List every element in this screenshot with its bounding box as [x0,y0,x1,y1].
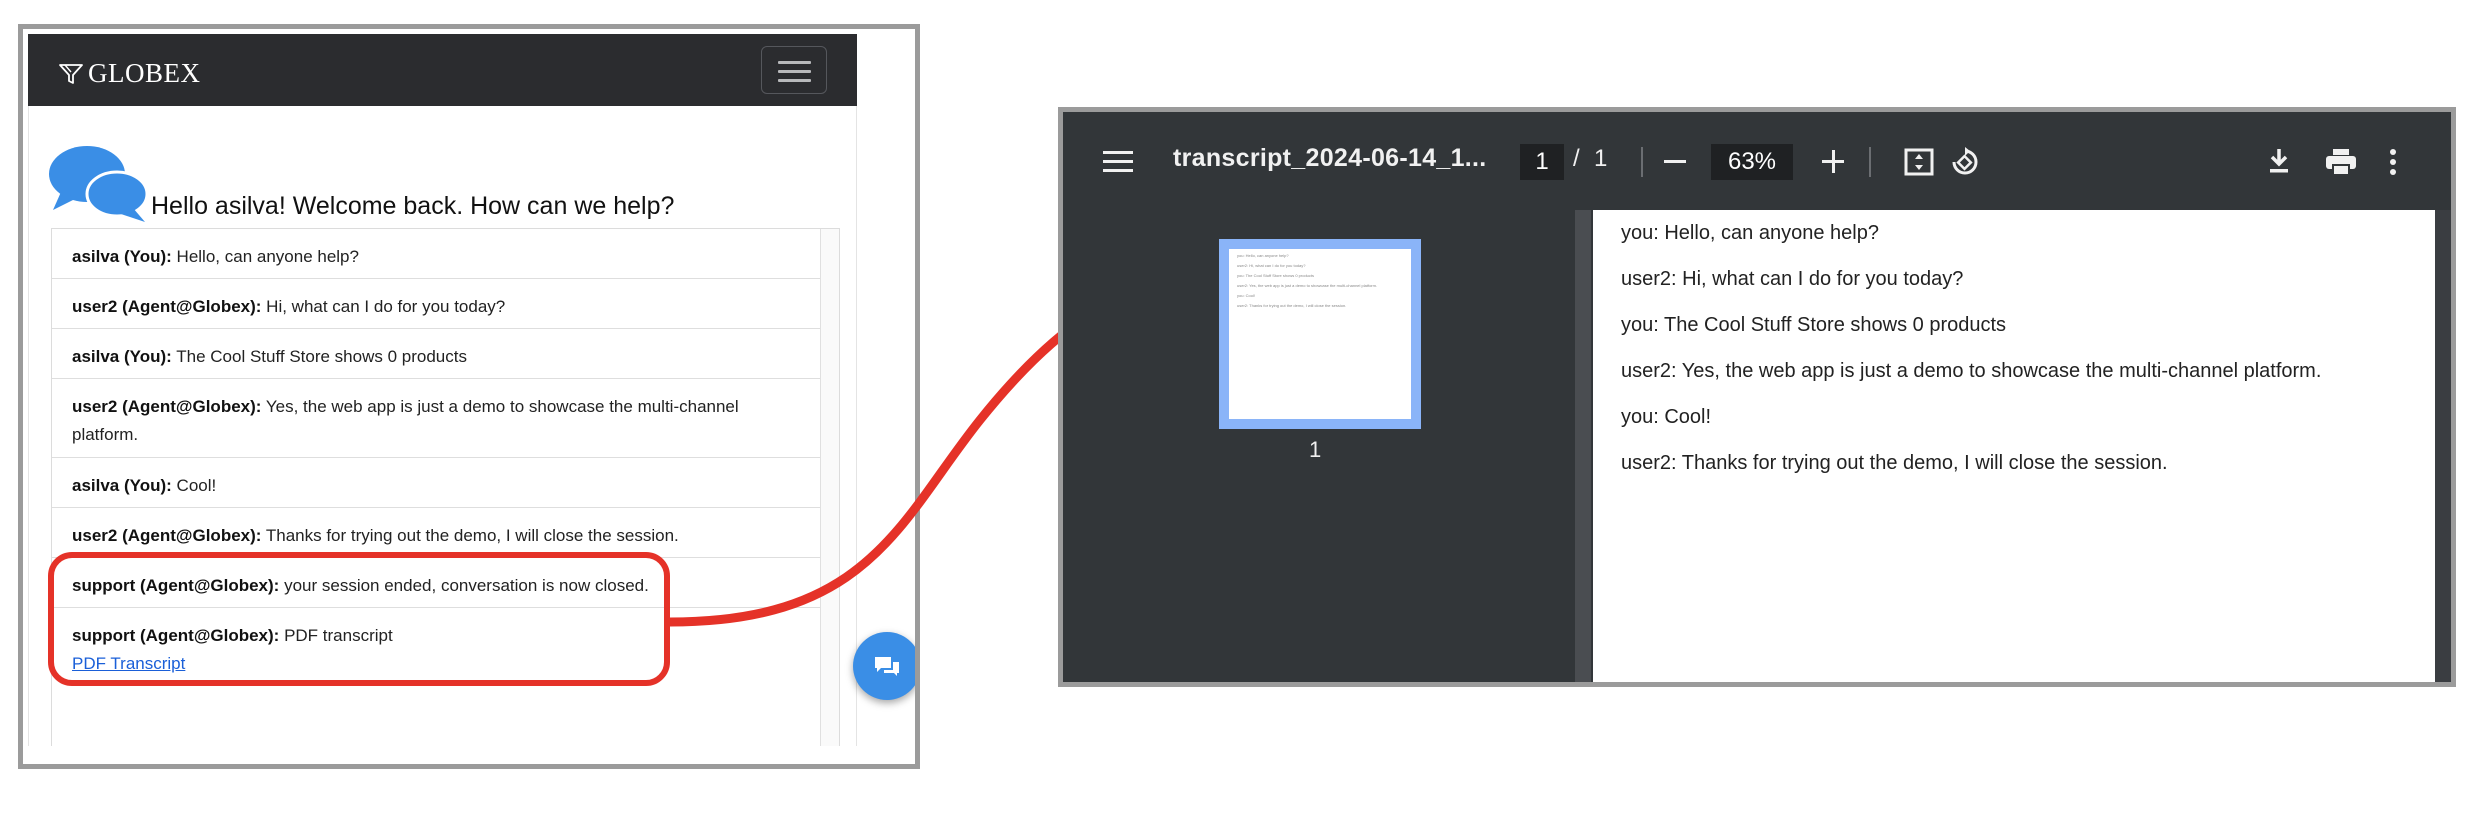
print-icon[interactable] [2325,148,2357,176]
zoom-out-icon[interactable] [1664,160,1686,163]
download-icon[interactable] [2267,147,2291,175]
transcript-line: user2: Yes, the web app is just a demo t… [1621,360,2322,382]
transcript-line: user2: Hi, what can I do for you today? [1621,268,1964,290]
pdf-viewer-window: transcript_2024-06-14_1... 1 / 1 63% you… [1058,107,2456,687]
fit-page-icon[interactable] [1904,148,1934,176]
page-separator: / [1573,145,1580,172]
document-title: transcript_2024-06-14_1... [1173,144,1487,172]
thumbnail-line: user2: Thanks for trying out the demo, I… [1237,303,1347,308]
thumbnail-line: user2: Yes, the web app is just a demo t… [1237,283,1378,288]
page-total: 1 [1594,145,1608,172]
thumbnail-page: you: Hello, can anyone help? user2: Hi, … [1229,249,1411,419]
transcript-line: you: The Cool Stuff Store shows 0 produc… [1621,314,2007,336]
pdf-page: you: Hello, can anyone help? user2: Hi, … [1593,210,2435,682]
thumbnail-line: you: Cool! [1237,293,1256,298]
toolbar-divider [1869,147,1871,177]
menu-icon[interactable] [1103,151,1133,173]
transcript-line: you: Hello, can anyone help? [1621,222,1879,244]
transcript-line: user2: Thanks for trying out the demo, I… [1621,452,2168,474]
thumbnail-line: you: Hello, can anyone help? [1237,253,1289,258]
sidebar-divider[interactable] [1575,210,1591,682]
thumbnail-line: user2: Hi, what can I do for you today? [1237,263,1306,268]
thumbnail-page-number: 1 [1309,437,1322,462]
toolbar-divider [1641,147,1643,177]
pdf-scrollbar[interactable] [2435,210,2451,682]
more-vert-icon[interactable] [2389,148,2397,176]
thumbnail-line: you: The Cool Stuff Store shows 0 produc… [1237,273,1315,278]
rotate-icon[interactable] [1949,146,1981,178]
zoom-input[interactable]: 63% [1711,144,1793,180]
page-number-input[interactable]: 1 [1520,144,1564,180]
page-thumbnail[interactable]: you: Hello, can anyone help? user2: Hi, … [1219,239,1421,429]
transcript-line: you: Cool! [1621,406,1712,428]
pdf-toolbar: transcript_2024-06-14_1... 1 / 1 63% [1063,112,2451,210]
